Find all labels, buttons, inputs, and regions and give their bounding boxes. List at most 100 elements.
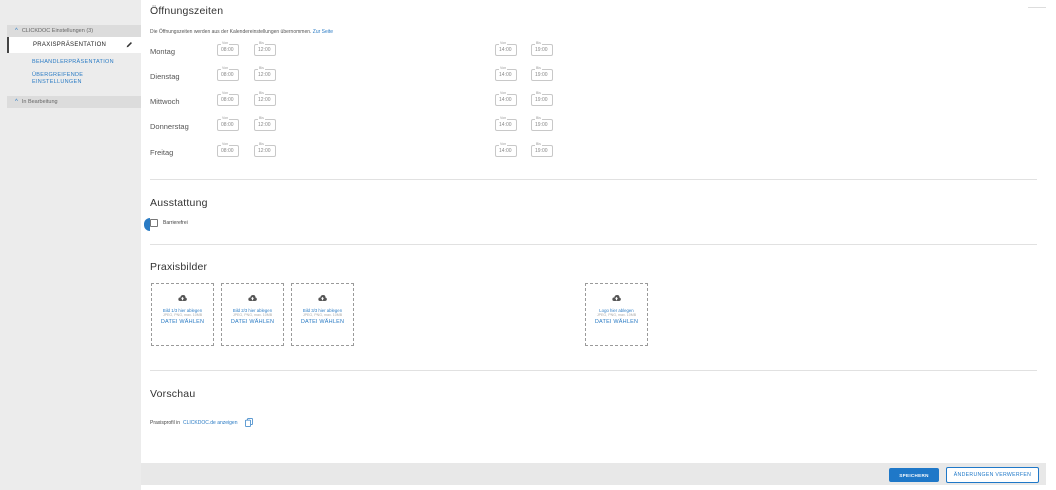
preview-text: Praxisprofil in [150,419,181,426]
time-field-value: 12:00 [258,122,271,128]
time-field-label: Bis [535,41,542,46]
footer-bar: SPEICHERN ÄNDERUNGEN VERWERFEN [141,463,1046,485]
time-field-value: 14:00 [499,148,512,154]
copy-icon[interactable] [244,418,253,427]
discard-changes-button[interactable]: ÄNDERUNGEN VERWERFEN [946,467,1039,483]
time-field-label: Von [221,41,230,46]
time-field-am-from[interactable]: Von 08:00 [217,116,239,131]
day-label: Montag [150,47,176,56]
time-field-value: 12:00 [258,148,271,154]
side-handle[interactable] [144,218,150,231]
time-field-value: 14:00 [499,122,512,128]
goto-page-link[interactable]: Zur Seite [313,29,333,35]
time-field-value: 14:00 [499,72,512,78]
time-field-label: Von [221,116,230,121]
sidebar-group-clickdoc-settings[interactable]: ^ CLICKDOC Einstellungen (3) [7,25,141,37]
sidebar-item-uebergreifende-einstellungen[interactable]: ÜBERGREIFENDE EINSTELLUNGEN [32,72,132,85]
section-title-practice-images: Praxisbilder [150,261,208,273]
cloud-upload-icon [248,295,257,301]
time-field-label: Von [499,116,508,121]
day-label: Dienstag [150,72,180,81]
time-field-pm-to[interactable]: Bis 19:00 [531,142,553,157]
time-field-pm-from[interactable]: Von 14:00 [495,41,517,56]
section-title-preview: Vorschau [150,388,196,400]
sidebar-item-label: PRAXISPRÄSENTATION [33,42,107,48]
sidebar-group-in-bearbeitung[interactable]: ^ In Bearbeitung [7,96,141,108]
time-field-pm-to[interactable]: Bis 19:00 [531,66,553,81]
time-field-value: 19:00 [535,148,548,154]
time-field-value: 12:00 [258,97,271,103]
choose-file-button[interactable]: DATEI WÄHLEN [231,319,274,325]
time-field-label: Von [499,142,508,147]
time-field-label: Bis [535,66,542,71]
time-field-value: 19:00 [535,47,548,53]
cloud-upload-icon [318,295,327,301]
time-field-value: 12:00 [258,72,271,78]
time-field-label: Von [499,91,508,96]
time-field-label: Bis [258,116,265,121]
dropzone-hint: JPEG, PNG, max. 10MB [302,313,343,317]
time-field-am-to[interactable]: Bis 12:00 [254,41,276,56]
time-field-pm-from[interactable]: Von 14:00 [495,91,517,106]
dropzone-hint: JPEG, PNG, max. 10MB [162,313,203,317]
time-field-value: 14:00 [499,97,512,103]
chevron-up-icon: ^ [15,99,18,105]
sidebar-item-behandlerpraesentation[interactable]: BEHANDLERPRÄSENTATION [32,59,132,66]
sidebar-item-label-line2: EINSTELLUNGEN [32,78,82,85]
cloud-upload-icon [612,295,621,301]
choose-file-button[interactable]: DATEI WÄHLEN [301,319,344,325]
time-field-am-from[interactable]: Von 08:00 [217,66,239,81]
time-field-am-to[interactable]: Bis 12:00 [254,91,276,106]
choose-file-button[interactable]: DATEI WÄHLEN [161,319,204,325]
preview-row: Praxisprofil in CLICKDOC.de anzeigen [150,418,253,427]
time-field-am-from[interactable]: Von 08:00 [217,41,239,56]
time-field-value: 08:00 [221,122,234,128]
sidebar-group-label: In Bearbeitung [21,99,58,105]
opening-hours-note: Die Öffnungszeiten werden aus der Kalend… [150,29,333,35]
time-field-pm-from[interactable]: Von 14:00 [495,66,517,81]
save-button[interactable]: SPEICHERN [889,468,939,482]
time-field-value: 14:00 [499,47,512,53]
divider [150,244,1037,245]
time-field-value: 08:00 [221,72,234,78]
time-field-pm-from[interactable]: Von 14:00 [495,142,517,157]
preview-link[interactable]: CLICKDOC.de anzeigen [183,420,237,426]
sidebar-item-praxispraesentation[interactable]: PRAXISPRÄSENTATION [7,37,141,53]
image-dropzone-1[interactable]: Bild 1/3 hier ablegen JPEG, PNG, max. 10… [151,283,214,346]
time-field-label: Bis [258,91,265,96]
time-field-am-from[interactable]: Von 08:00 [217,91,239,106]
logo-dropzone[interactable]: Logo hier ablegen JPEG, PNG, max. 10MB D… [585,283,648,346]
time-field-pm-to[interactable]: Bis 19:00 [531,116,553,131]
barrier-free-checkbox[interactable] [150,219,158,227]
time-field-label: Bis [258,41,265,46]
time-field-label: Bis [535,142,542,147]
time-field-am-to[interactable]: Bis 12:00 [254,142,276,157]
time-field-am-to[interactable]: Bis 12:00 [254,116,276,131]
day-label: Mittwoch [150,97,180,106]
time-field-value: 08:00 [221,148,234,154]
time-field-label: Bis [535,91,542,96]
barrier-free-label: Barrierefrei [163,220,188,226]
barrier-free-checkbox-row[interactable]: Barrierefrei [150,219,188,227]
cloud-upload-icon [178,295,187,301]
section-title-opening-hours: Öffnungszeiten [150,5,224,17]
time-field-am-from[interactable]: Von 08:00 [217,142,239,157]
time-field-value: 08:00 [221,97,234,103]
divider [150,179,1037,180]
time-field-pm-to[interactable]: Bis 19:00 [531,41,553,56]
image-dropzone-3[interactable]: Bild 3/3 hier ablegen JPEG, PNG, max. 10… [291,283,354,346]
time-field-value: 19:00 [535,97,548,103]
time-field-label: Von [221,66,230,71]
choose-file-button[interactable]: DATEI WÄHLEN [595,319,638,325]
section-title-equipment: Ausstattung [150,197,208,209]
dropzone-hint: JPEG, PNG, max. 10MB [596,313,637,317]
day-label: Freitag [150,148,174,157]
time-field-pm-from[interactable]: Von 14:00 [495,116,517,131]
image-dropzone-2[interactable]: Bild 2/3 hier ablegen JPEG, PNG, max. 10… [221,283,284,346]
time-field-am-to[interactable]: Bis 12:00 [254,66,276,81]
top-strip [1028,0,1046,8]
time-field-value: 19:00 [535,72,548,78]
main-content: Öffnungszeiten Die Öffnungszeiten werden… [141,0,1046,490]
time-field-value: 19:00 [535,122,548,128]
time-field-pm-to[interactable]: Bis 19:00 [531,91,553,106]
